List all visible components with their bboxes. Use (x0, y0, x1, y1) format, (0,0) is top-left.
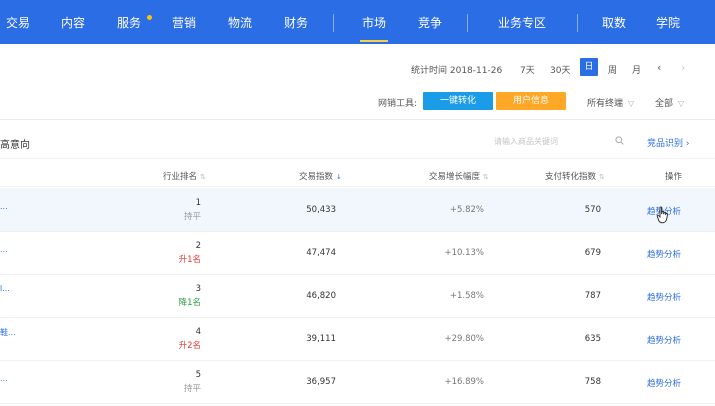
table-row[interactable]: ... 2 升1名 47,474 +10.13% 679 趋势分析 (0, 231, 715, 275)
header-trade-index[interactable]: 交易指数 ↓ (299, 170, 342, 182)
trend-analysis-link[interactable]: 趋势分析 (647, 248, 681, 260)
header-pay-index[interactable]: 支付转化指数 ⇅ (545, 170, 605, 182)
trend-analysis-link[interactable]: 趋势分析 (647, 334, 681, 346)
header-industry-rank[interactable]: 行业排名 ⇅ (163, 170, 206, 182)
table-row[interactable]: ... 1 持平 50,433 +5.82% 570 趋势分析 (0, 188, 715, 232)
trade-growth-cell: +16.89% (444, 377, 484, 387)
sort-icon: ⇅ (483, 173, 489, 181)
divider (0, 119, 715, 120)
trade-index-cell: 50,433 (306, 205, 336, 215)
product-name-cell[interactable]: ... (0, 202, 8, 211)
nav-item-marketing[interactable]: 营销 (172, 0, 196, 44)
nav-item-content[interactable]: 内容 (61, 0, 85, 44)
trend-analysis-link[interactable]: 趋势分析 (647, 291, 681, 303)
chevron-right-icon: › (685, 139, 690, 149)
trade-index-cell: 36,957 (306, 377, 336, 387)
nav-item-business-zone[interactable]: 业务专区 (498, 0, 546, 44)
product-search-input[interactable] (494, 133, 634, 149)
range-week[interactable]: 周 (608, 63, 617, 76)
pay-index-cell: 679 (584, 248, 601, 258)
trade-growth-cell: +5.82% (449, 205, 484, 215)
nav-item-data-fetch[interactable]: 取数 (602, 0, 626, 44)
rank-cell: 1 (195, 198, 201, 208)
notification-dot-icon (147, 15, 152, 20)
rank-cell: 5 (195, 370, 201, 380)
hand-cursor-icon (656, 206, 668, 224)
next-page-icon[interactable]: › (681, 61, 685, 74)
nav-divider (577, 14, 578, 32)
scope-select[interactable]: 全部 ▽ (655, 96, 684, 109)
divider (0, 186, 715, 187)
sort-icon: ⇅ (200, 173, 206, 181)
terminal-select-value: 所有终端 (587, 99, 624, 109)
rank-cell: 4 (195, 327, 201, 337)
header-action: 操作 (665, 172, 683, 182)
header-trade-index-label: 交易指数 (299, 172, 334, 182)
product-name-cell[interactable]: l... (0, 284, 10, 293)
chevron-down-icon: ▽ (678, 99, 685, 108)
trade-index-cell: 46,820 (306, 291, 336, 301)
product-name-cell[interactable]: ... (0, 374, 8, 383)
header-trade-growth[interactable]: 交易增长幅度 ⇅ (429, 170, 489, 182)
nav-divider (333, 14, 334, 32)
terminal-select[interactable]: 所有终端 ▽ (587, 96, 634, 109)
divider (0, 158, 715, 159)
trade-growth-cell: +1.58% (449, 291, 484, 301)
nav-item-market[interactable]: 市场 (359, 0, 389, 44)
nav-item-trade[interactable]: 交易 (6, 0, 30, 44)
range-month[interactable]: 月 (632, 63, 641, 76)
chevron-down-icon: ▽ (628, 99, 635, 108)
user-info-button[interactable]: 用户信息 (496, 92, 566, 110)
sort-desc-icon: ↓ (336, 173, 342, 181)
nav-item-finance[interactable]: 财务 (284, 0, 308, 44)
pay-index-cell: 570 (584, 205, 601, 215)
header-trade-growth-label: 交易增长幅度 (429, 172, 481, 182)
rank-trend: 持平 (183, 212, 201, 222)
one-click-convert-button[interactable]: 一键转化 (423, 92, 493, 110)
product-name-cell[interactable]: ... (0, 245, 8, 254)
rank-trend: 降1名 (178, 298, 201, 308)
rank-cell: 3 (195, 284, 201, 294)
section-title: 高意向 (0, 140, 30, 151)
nav-item-logistics[interactable]: 物流 (228, 0, 252, 44)
competitor-identify-link[interactable]: 竞品识别 › (647, 136, 690, 149)
competitor-identify-label: 竞品识别 (647, 139, 684, 149)
range-30-days[interactable]: 30天 (550, 63, 570, 76)
rank-trend: 持平 (183, 384, 201, 394)
header-industry-rank-label: 行业排名 (163, 172, 198, 182)
product-name-cell[interactable]: 鞋... (0, 327, 16, 338)
pay-index-cell: 758 (584, 377, 601, 387)
pay-index-cell: 635 (584, 334, 601, 344)
table-row[interactable]: l... 3 降1名 46,820 +1.58% 787 趋势分析 (0, 274, 715, 318)
trade-growth-cell: +29.80% (444, 334, 484, 344)
sort-icon: ⇅ (599, 173, 605, 181)
nav-divider (467, 14, 468, 32)
nav-item-service[interactable]: 服务 (117, 0, 141, 44)
range-7-days[interactable]: 7天 (520, 63, 535, 76)
nav-item-academy[interactable]: 学院 (656, 0, 680, 44)
rank-trend: 升2名 (178, 341, 201, 351)
search-icon[interactable] (615, 136, 624, 145)
range-day[interactable]: 日 (580, 58, 598, 76)
header-pay-index-label: 支付转化指数 (545, 172, 597, 182)
stat-time-label: 统计时间 2018-11-26 (411, 66, 503, 76)
trade-growth-cell: +10.13% (444, 248, 484, 258)
table-row[interactable]: ... 5 持平 36,957 +16.89% 758 趋势分析 (0, 360, 715, 404)
prev-page-icon[interactable]: ‹ (657, 61, 661, 74)
table-row[interactable]: 鞋... 4 升2名 39,111 +29.80% 635 趋势分析 (0, 317, 715, 361)
rank-cell: 2 (195, 241, 201, 251)
nav-item-competition[interactable]: 竞争 (418, 0, 442, 44)
trade-index-cell: 47,474 (306, 248, 336, 258)
tools-label: 网销工具: (378, 99, 418, 109)
rank-trend: 升1名 (178, 255, 201, 265)
scope-select-value: 全部 (655, 99, 674, 109)
pay-index-cell: 787 (584, 291, 601, 301)
trade-index-cell: 39,111 (306, 334, 336, 344)
top-nav: 交易 内容 服务 营销 物流 财务 市场 竞争 业务专区 取数 学院 (0, 0, 715, 44)
trend-analysis-link[interactable]: 趋势分析 (647, 377, 681, 389)
